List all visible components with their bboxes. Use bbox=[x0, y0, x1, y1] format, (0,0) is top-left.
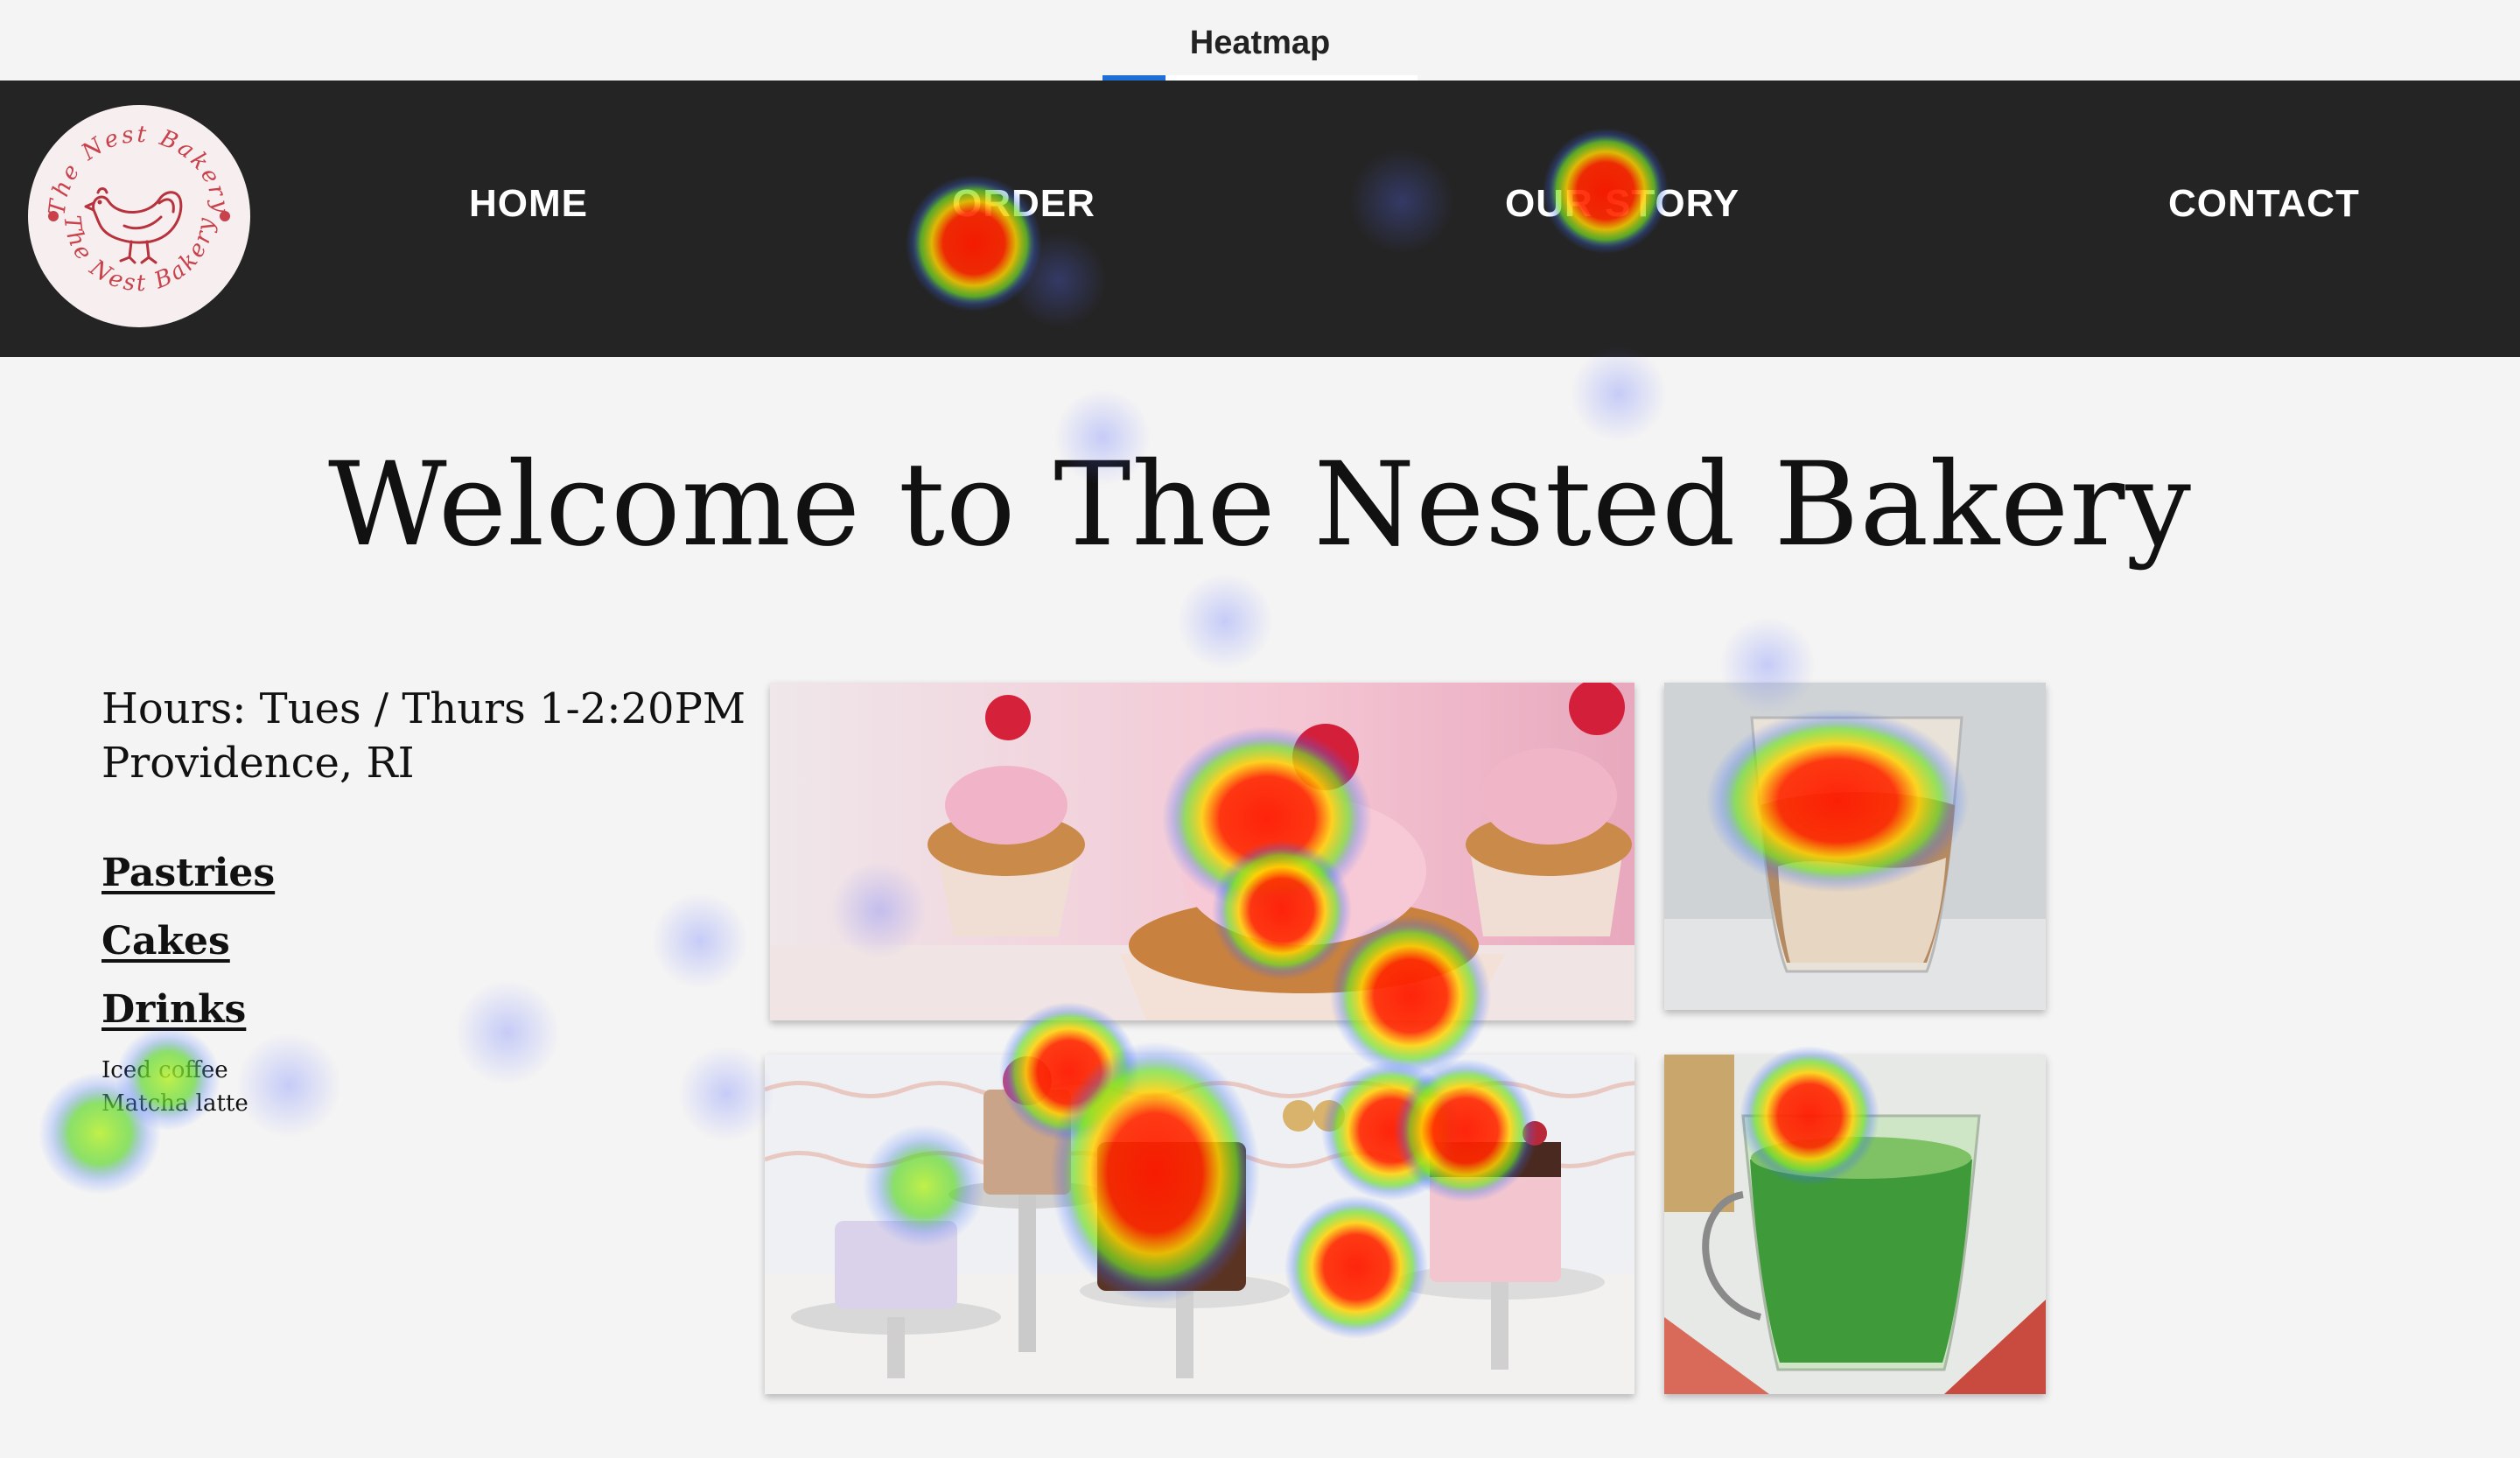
hours-text: Hours: Tues / Thurs 1-2:20PM bbox=[102, 684, 746, 733]
drink-item-matcha-latte: Matcha latte bbox=[102, 1090, 248, 1117]
cupcakes-photo bbox=[770, 683, 1634, 1020]
site-nav: The Nest Bakery The Nest Bakery HOME ORD… bbox=[0, 81, 2520, 357]
window-tab-bar: Heatmap bbox=[0, 0, 2520, 81]
nav-home-link[interactable]: HOME bbox=[469, 182, 588, 226]
nav-contact-link[interactable]: CONTACT bbox=[2168, 182, 2360, 226]
cakes-photo bbox=[765, 1055, 1634, 1394]
matcha-latte-photo bbox=[1664, 1055, 2046, 1394]
category-cakes-link[interactable]: Cakes bbox=[102, 919, 230, 964]
category-drinks-link[interactable]: Drinks bbox=[102, 987, 246, 1032]
hen-logo-icon: The Nest Bakery The Nest Bakery bbox=[31, 108, 248, 325]
nav-order-link[interactable]: ORDER bbox=[952, 182, 1096, 226]
page-headline: Welcome to The Nested Bakery bbox=[328, 438, 2192, 572]
location-text: Providence, RI bbox=[102, 739, 415, 788]
drink-item-iced-coffee: Iced coffee bbox=[102, 1057, 228, 1083]
nav-our-story-link[interactable]: OUR STORY bbox=[1505, 182, 1740, 226]
bakery-logo[interactable]: The Nest Bakery The Nest Bakery bbox=[28, 105, 250, 327]
window-title: Heatmap bbox=[1189, 25, 1331, 61]
iced-coffee-photo bbox=[1664, 683, 2046, 1010]
category-pastries-link[interactable]: Pastries bbox=[102, 851, 275, 895]
